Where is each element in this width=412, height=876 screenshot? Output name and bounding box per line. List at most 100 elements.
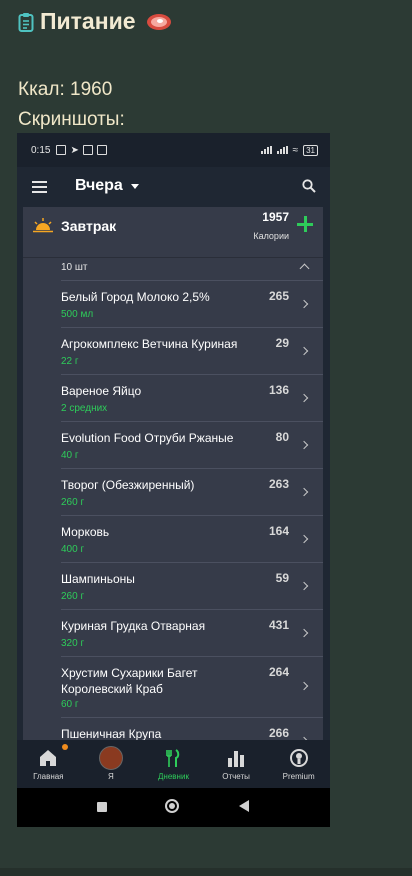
- clipboard-icon: [18, 12, 34, 32]
- page-title: Питание: [40, 8, 136, 34]
- food-quantity: 400 г: [61, 544, 85, 555]
- food-calories: 263: [268, 477, 289, 491]
- recent-apps-icon[interactable]: [97, 802, 107, 812]
- food-item[interactable]: Пшеничная Крупа 266: [61, 718, 323, 740]
- chevron-right-icon: [299, 628, 309, 638]
- food-calories: 80: [275, 430, 289, 444]
- food-name: Хрустим Сухарики Багет Королевский Краб: [61, 666, 198, 696]
- food-quantity: 2 средних: [61, 403, 108, 414]
- signal-icon: [260, 146, 272, 154]
- food-calories: 29: [275, 336, 289, 350]
- home-icon: [40, 750, 57, 766]
- food-calories: 59: [275, 571, 289, 585]
- food-name: Вареное Яйцо: [61, 384, 142, 398]
- kcal-summary: Ккал: 1960: [18, 79, 113, 100]
- notification-icon: [56, 145, 67, 155]
- caret-down-icon: [130, 183, 139, 189]
- food-quantity: 500 мл: [61, 309, 94, 320]
- tab-label: Главная: [33, 772, 64, 781]
- menu-icon[interactable]: [32, 181, 47, 193]
- food-quantity: 260 г: [61, 591, 85, 602]
- tab-reports[interactable]: Отчеты: [205, 740, 268, 788]
- tab-label: Отчеты: [222, 772, 250, 781]
- tab-label: Дневник: [158, 772, 189, 781]
- app-bar: Вчера: [17, 167, 330, 207]
- food-item[interactable]: Куриная Грудка Отварная 320 г 431: [61, 610, 323, 657]
- tab-diary[interactable]: Дневник: [142, 740, 205, 788]
- back-icon[interactable]: [239, 800, 249, 812]
- tab-label: Premium: [282, 772, 315, 781]
- meal-name: Завтрак: [61, 218, 117, 234]
- food-item[interactable]: Шампиньоны 260 г 59: [61, 563, 323, 610]
- food-name: Куриная Грудка Отварная: [61, 619, 206, 633]
- food-quantity: 260 г: [61, 497, 85, 508]
- chevron-up-icon[interactable]: [299, 263, 310, 274]
- chevron-right-icon: [299, 299, 309, 309]
- telegram-icon: ➤: [70, 144, 79, 156]
- food-quantity: 40 г: [61, 450, 79, 461]
- status-bar: 0:15 ➤ ≈ 31: [17, 133, 330, 167]
- search-icon[interactable]: [302, 179, 316, 193]
- day-label: Вчера: [75, 177, 123, 194]
- meat-icon: [146, 13, 171, 30]
- system-nav-bar: [17, 788, 330, 827]
- chevron-right-icon: [299, 581, 309, 591]
- food-calories: 264: [268, 665, 289, 679]
- home-nav-icon[interactable]: [165, 799, 179, 813]
- food-calories: 266: [268, 726, 289, 740]
- meal-calories: 1957: [262, 210, 289, 224]
- food-name: Шампиньоны: [61, 572, 135, 586]
- chevron-right-icon: [299, 681, 309, 691]
- tab-me[interactable]: Я: [80, 740, 143, 788]
- meal-calories-label: Калории: [253, 231, 289, 241]
- page-header: Питание: [18, 8, 172, 35]
- items-count: 10 шт: [61, 262, 88, 273]
- mail-icon: [82, 145, 93, 155]
- items-count-row[interactable]: 10 шт: [61, 258, 323, 281]
- food-item[interactable]: Белый Город Молоко 2,5% 500 мл 265: [61, 281, 323, 328]
- chevron-right-icon: [299, 393, 309, 403]
- add-food-button[interactable]: [297, 216, 313, 232]
- status-time: 0:15: [31, 144, 51, 156]
- food-item[interactable]: Творог (Обезжиренный) 260 г 263: [61, 469, 323, 516]
- tab-home[interactable]: Главная: [17, 740, 80, 788]
- avatar: [98, 746, 123, 770]
- battery-icon: 31: [303, 144, 318, 156]
- food-item[interactable]: Морковь 400 г 164: [61, 516, 323, 563]
- phone-screenshot: 0:15 ➤ ≈ 31 Вчера Завтрак 1957 Калории 1…: [17, 133, 330, 827]
- meal-card: Завтрак 1957 Калории 10 шт Белый Город М…: [23, 207, 323, 740]
- day-selector[interactable]: Вчера: [75, 177, 139, 195]
- tab-label: Я: [108, 772, 114, 781]
- tab-premium[interactable]: Premium: [267, 740, 330, 788]
- food-name: Морковь: [61, 525, 110, 539]
- food-name: Пшеничная Крупа: [61, 727, 162, 740]
- food-item[interactable]: Evolution Food Отруби Ржаные 40 г 80: [61, 422, 323, 469]
- premium-icon: [289, 749, 308, 767]
- bar-chart-icon: [228, 751, 245, 767]
- signal-icon-2: [276, 146, 288, 154]
- chevron-right-icon: [299, 487, 309, 497]
- bottom-tab-bar: Главная Я Дневник Отчеты Premium: [17, 740, 330, 788]
- food-name: Агрокомплекс Ветчина Куриная: [61, 337, 238, 351]
- food-item[interactable]: Хрустим Сухарики Багет Королевский Краб 6…: [61, 657, 323, 718]
- food-quantity: 320 г: [61, 638, 85, 649]
- sunrise-icon: [33, 218, 53, 233]
- food-item[interactable]: Агрокомплекс Ветчина Куриная 22 г 29: [61, 328, 323, 375]
- screenshots-heading: Скриншоты:: [18, 109, 125, 130]
- chevron-right-icon: [299, 346, 309, 356]
- chevron-right-icon: [299, 440, 309, 450]
- chevron-right-icon: [299, 534, 309, 544]
- mail-icon-2: [96, 145, 107, 155]
- meal-header[interactable]: Завтрак 1957 Калории: [23, 207, 323, 258]
- food-name: Белый Город Молоко 2,5%: [61, 290, 210, 304]
- food-item[interactable]: Вареное Яйцо 2 средних 136: [61, 375, 323, 422]
- food-name: Evolution Food Отруби Ржаные: [61, 431, 234, 445]
- wifi-icon: ≈: [292, 144, 299, 156]
- page-footer-divider: [0, 868, 412, 876]
- food-calories: 136: [268, 383, 289, 397]
- food-calories: 431: [268, 618, 289, 632]
- food-calories: 164: [268, 524, 289, 538]
- fork-knife-icon: [166, 749, 180, 767]
- food-quantity: 22 г: [61, 356, 79, 367]
- food-list: Белый Город Молоко 2,5% 500 мл 265 Агрокомп…: [23, 281, 323, 740]
